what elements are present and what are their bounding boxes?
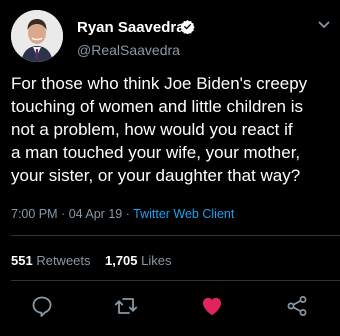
avatar-image xyxy=(11,10,63,62)
tweet-text-line: a man touched your wife, your mother, xyxy=(11,143,301,162)
retweet-icon[interactable] xyxy=(114,294,138,318)
likes-stat[interactable]: 1,705 Likes xyxy=(105,253,172,268)
tweet-header: Ryan Saavedra @RealSaavedra xyxy=(11,10,331,64)
chevron-down-icon[interactable] xyxy=(318,20,330,30)
tweet-text-line: your sister, or your daughter that way? xyxy=(11,166,301,185)
likes-label: Likes xyxy=(141,253,172,268)
tweet-meta: 7:00 PM · 04 Apr 19 · Twitter Web Client xyxy=(11,207,234,221)
avatar[interactable] xyxy=(11,10,63,62)
divider xyxy=(11,235,340,236)
tweet-text-line: touching of women and little children is xyxy=(11,97,303,116)
user-handle[interactable]: @RealSaavedra xyxy=(77,42,180,58)
retweets-stat[interactable]: 551 Retweets xyxy=(11,253,91,268)
tweet-date[interactable]: 04 Apr 19 xyxy=(69,207,123,221)
tweet-text: For those who think Joe Biden's creepy t… xyxy=(11,72,336,187)
share-icon[interactable] xyxy=(285,294,309,318)
meta-separator: · xyxy=(125,207,130,221)
display-name[interactable]: Ryan Saavedra xyxy=(77,19,185,36)
meta-separator: · xyxy=(61,207,66,221)
divider xyxy=(11,280,340,281)
retweets-count: 551 xyxy=(11,253,33,268)
verified-badge-icon xyxy=(180,19,195,34)
tweet-text-line: not a problem, how would you react if xyxy=(11,120,293,139)
tweet-client-link[interactable]: Twitter Web Client xyxy=(133,207,234,221)
likes-count: 1,705 xyxy=(104,253,138,268)
tweet-actions xyxy=(0,294,340,324)
tweet-text-line: For those who think Joe Biden's creepy xyxy=(11,74,308,93)
reply-icon[interactable] xyxy=(30,294,54,318)
tweet-stats: 551 Retweets 1,705 Likes xyxy=(11,253,172,268)
retweets-label: Retweets xyxy=(36,253,91,268)
heart-icon[interactable] xyxy=(200,294,224,318)
tweet-time[interactable]: 7:00 PM xyxy=(11,207,58,221)
